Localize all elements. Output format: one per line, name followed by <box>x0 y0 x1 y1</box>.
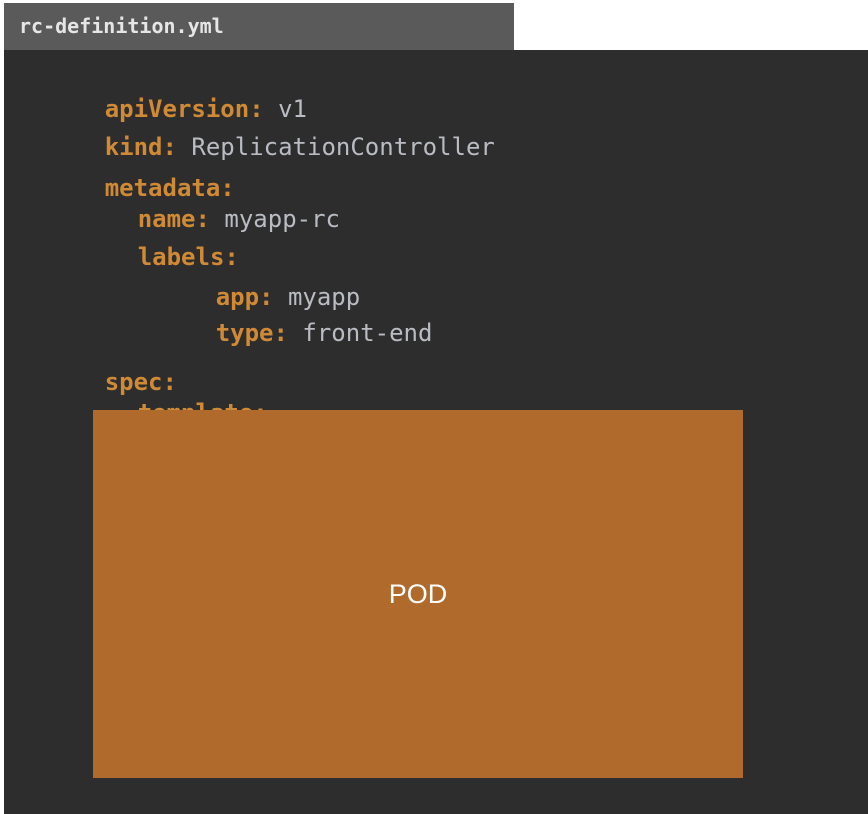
yaml-value-type: front-end <box>302 319 433 347</box>
code-editor: apiVersion: v1 kind: ReplicationControll… <box>4 50 868 814</box>
yaml-value-kind: ReplicationController <box>191 133 495 161</box>
slide: rc-definition.yml apiVersion: v1 kind: R… <box>0 0 868 814</box>
file-tab[interactable]: rc-definition.yml <box>4 3 514 50</box>
pod-label: POD <box>388 578 448 609</box>
yaml-value-name: myapp-rc <box>224 205 340 233</box>
pod-definition-box: POD <box>93 410 743 778</box>
yaml-key-type: type: <box>215 319 288 347</box>
file-tab-label: rc-definition.yml <box>19 14 224 38</box>
